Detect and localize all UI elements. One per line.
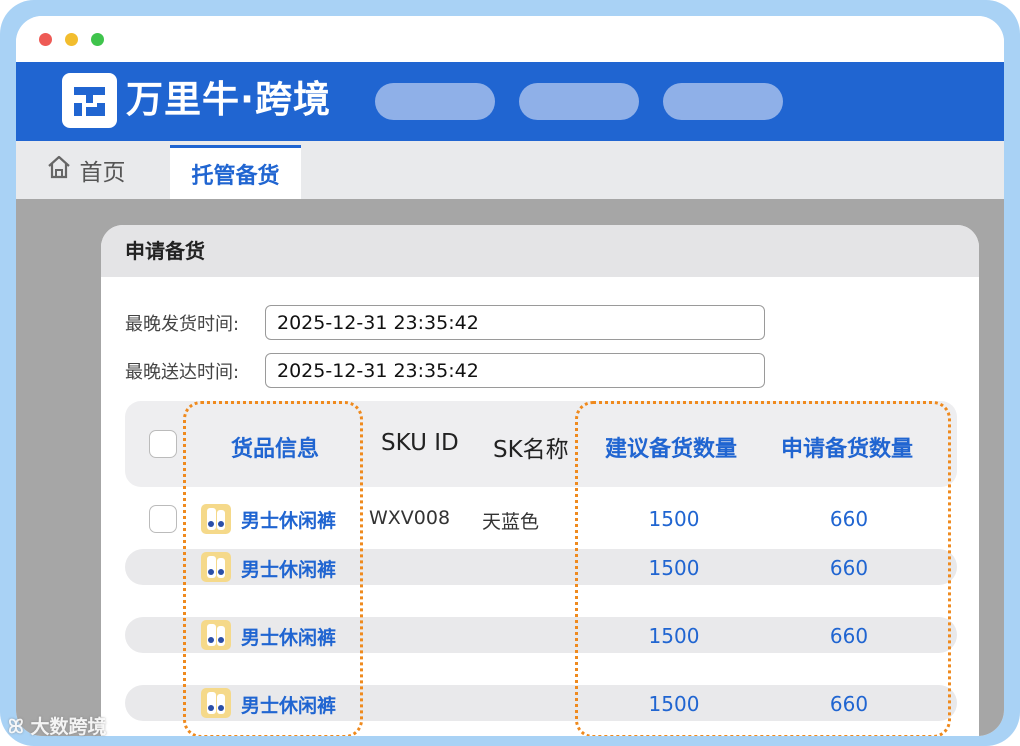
home-icon <box>46 154 72 186</box>
app-header: 万里牛·跨境 <box>16 62 1004 141</box>
maximize-window-button[interactable] <box>91 33 104 46</box>
app-window: 万里牛·跨境 首页 托管备货 申请备货 最晚发货时间: 最晚送达时间: <box>16 16 1004 736</box>
tab-home-label: 首页 <box>79 160 126 186</box>
content-area: 申请备货 最晚发货时间: 最晚送达时间: 货品信息 SKU ID SK名称 建议… <box>16 199 1004 736</box>
select-all-checkbox[interactable] <box>149 430 177 458</box>
tab-managed-stocking[interactable]: 托管备货 <box>170 145 301 199</box>
deliver-time-label: 最晚送达时间: <box>125 362 240 383</box>
window-titlebar <box>16 16 1004 62</box>
close-window-button[interactable] <box>39 33 52 46</box>
column-header-sku-id: SKU ID <box>381 430 459 456</box>
ship-time-label: 最晚发货时间: <box>125 314 240 335</box>
apply-stocking-card: 申请备货 最晚发货时间: 最晚送达时间: 货品信息 SKU ID SK名称 建议… <box>101 225 979 736</box>
column-header-sku-name: SK名称 <box>493 437 569 463</box>
watermark: ꕤ 大数跨境 <box>8 712 106 739</box>
watermark-text: 大数跨境 <box>30 716 107 738</box>
brand-name: 万里牛·跨境 <box>126 78 332 121</box>
sku-name-cell: 天蓝色 <box>482 511 540 533</box>
tab-home[interactable]: 首页 <box>16 141 155 199</box>
sku-id-cell: WXV008 <box>369 507 451 529</box>
nav-pill-3[interactable] <box>663 83 783 120</box>
watermark-logo-icon: ꕤ <box>8 716 31 738</box>
deliver-time-input[interactable] <box>265 353 765 388</box>
card-title: 申请备货 <box>101 225 979 277</box>
ship-time-input[interactable] <box>265 305 765 340</box>
highlight-product-column <box>183 401 363 736</box>
row-checkbox[interactable] <box>149 505 177 533</box>
tab-bar: 首页 托管备货 <box>16 141 1004 199</box>
nav-pill-2[interactable] <box>519 83 639 120</box>
highlight-quantity-columns <box>575 401 951 736</box>
nav-pill-1[interactable] <box>375 83 495 120</box>
wanliniu-logo-icon <box>62 73 117 128</box>
minimize-window-button[interactable] <box>65 33 78 46</box>
